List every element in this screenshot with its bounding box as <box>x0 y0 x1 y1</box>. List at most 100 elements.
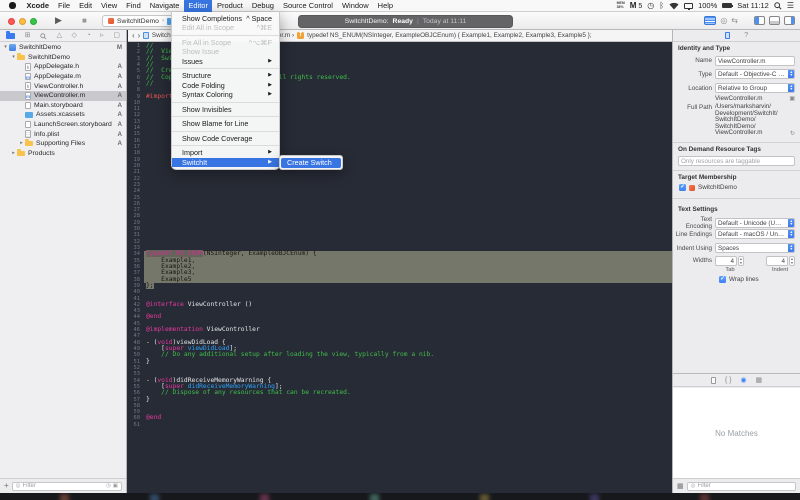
object-library-tab[interactable]: ◉ <box>740 374 746 387</box>
tab-width-stepper[interactable]: 4 ▲ ▼ <box>715 256 766 266</box>
menu-item-show-code-coverage[interactable]: Show Code Coverage <box>172 134 279 144</box>
battery-icon[interactable] <box>722 3 734 8</box>
quick-help-tab[interactable]: ? <box>744 30 748 42</box>
menubar-item-editor[interactable]: Editor <box>183 0 213 12</box>
go-forward-button[interactable]: › <box>138 31 141 41</box>
navigator-row-switchitdemo[interactable]: ▾ SwitchItDemo <box>0 53 126 63</box>
menubar-item-debug[interactable]: Debug <box>247 0 278 12</box>
disclosure-closed-icon[interactable]: ▸ <box>10 151 17 156</box>
menu-item-show-blame-for-line[interactable]: Show Blame for Line <box>172 119 279 129</box>
display-mirroring-icon[interactable] <box>684 2 694 10</box>
standard-editor-button[interactable] <box>704 16 717 25</box>
disclosure-open-icon[interactable]: ▾ <box>2 45 9 50</box>
reveal-path-icon[interactable]: ↻ <box>790 130 795 137</box>
text-encoding-dropdown[interactable]: Default - Unicode (UTF-8) ▲ ▼ <box>715 218 795 228</box>
stop-button[interactable]: ■ <box>82 16 87 25</box>
spotlight-search-icon[interactable] <box>774 1 782 10</box>
project-navigator-icon[interactable] <box>6 31 15 39</box>
scm-status-filter-icon[interactable]: ▣ <box>113 483 118 489</box>
library-view-mode-icon[interactable]: ▦ <box>677 482 684 490</box>
issue-navigator-icon[interactable]: △ <box>57 30 62 42</box>
menu-item-code-folding[interactable]: Code Folding ▶ <box>172 81 279 91</box>
line-endings-dropdown[interactable]: Default - macOS / Unix (LF) ▲ ▼ <box>715 229 795 239</box>
assistant-editor-button[interactable]: ◎ <box>720 16 727 25</box>
navigator-row-appdelegate-h[interactable]: h AppDelegate.h A <box>0 62 126 72</box>
zoom-window-button[interactable] <box>30 17 37 25</box>
navigator-row-viewcontroller-m[interactable]: m ViewController.m A <box>0 90 126 101</box>
menubar-clock[interactable]: Sat 11:12 <box>737 1 769 10</box>
menubar-item-product[interactable]: Product <box>212 0 247 12</box>
toggle-navigator-button[interactable] <box>754 16 765 25</box>
disclosure-open-icon[interactable]: ▾ <box>10 55 17 60</box>
version-editor-button[interactable]: ⇆ <box>731 16 738 25</box>
run-button[interactable]: ▶ <box>55 15 62 26</box>
toggle-utilities-button[interactable] <box>784 16 795 25</box>
report-navigator-icon[interactable]: ▢ <box>113 30 120 42</box>
navigator-row-appdelegate-m[interactable]: m AppDelegate.m A <box>0 72 126 82</box>
menu-item-switchit[interactable]: SwitchIt ▶ <box>172 157 279 167</box>
debug-navigator-icon[interactable]: ◔ <box>86 30 90 42</box>
notification-center-icon[interactable]: ☰ <box>787 0 794 12</box>
apple-menu-icon[interactable] <box>9 2 16 9</box>
menubar-item-view[interactable]: View <box>97 0 122 12</box>
test-navigator-icon[interactable]: ◇ <box>72 30 77 42</box>
type-dropdown[interactable]: Default - Objective-C Sou... ▲ ▼ <box>715 69 795 79</box>
bluetooth-icon[interactable]: ᛒ <box>659 0 664 12</box>
navigator-row-main-storyboard[interactable]: Main.storyboard A <box>0 101 126 111</box>
menu-item-structure[interactable]: Structure ▶ <box>172 71 279 81</box>
navigator-filter-field[interactable]: ◎ Filter ◷ ▣ <box>11 481 122 491</box>
find-navigator-icon[interactable] <box>40 31 47 41</box>
menu-item-issues[interactable]: Issues ▶ <box>172 57 279 67</box>
navigator-row-supporting-files[interactable]: ▸ Supporting Files A <box>0 139 126 149</box>
menubar-item-source-control[interactable]: Source Control <box>278 0 337 12</box>
menubar-item-navigate[interactable]: Navigate <box>145 0 184 12</box>
menu-item-show-invisibles[interactable]: Show Invisibles <box>172 105 279 115</box>
menu-item-import[interactable]: Import ▶ <box>172 148 279 158</box>
navigator-row-launchscreen-storyboard[interactable]: LaunchScreen.storyboard A <box>0 120 126 130</box>
symbol-navigator-icon[interactable]: ⊞ <box>25 30 31 42</box>
menubar-item-window[interactable]: Window <box>337 0 373 12</box>
menu-meter-m5[interactable]: M 5 <box>630 1 643 10</box>
navigator-row-products[interactable]: ▸ Products <box>0 149 126 159</box>
file-template-library-tab[interactable] <box>710 376 716 384</box>
menubar-item-edit[interactable]: Edit <box>75 0 97 12</box>
stepper-arrows-icon[interactable]: ▲ ▼ <box>738 256 744 266</box>
recent-files-filter-icon[interactable]: ◷ <box>106 483 111 489</box>
file-inspector-tab[interactable] <box>724 31 731 40</box>
choose-folder-icon[interactable]: ▣ <box>789 95 795 102</box>
navigator-row-viewcontroller-h[interactable]: h ViewController.h A <box>0 81 126 91</box>
toggle-debug-area-button[interactable] <box>769 16 780 25</box>
menubar-item-xcode[interactable]: Xcode <box>22 0 54 12</box>
wrap-lines-checkbox[interactable]: ✓ <box>719 276 726 283</box>
wifi-icon[interactable] <box>669 2 679 10</box>
jumpbar-symbol[interactable]: typedef NS_ENUM(NSInteger, ExampleOBJCEn… <box>307 32 592 39</box>
odrt-tags-field[interactable]: Only resources are taggable <box>678 156 795 166</box>
stepper-arrows-icon[interactable]: ▲ ▼ <box>789 256 795 266</box>
menubar-item-find[interactable]: Find <box>122 0 146 12</box>
target-checkbox[interactable]: ✓ <box>679 184 686 191</box>
breakpoint-navigator-icon[interactable]: ▹ <box>100 30 104 42</box>
clock-app-icon[interactable]: ◷ <box>647 0 654 12</box>
menu-item-create-switch[interactable]: Create Switch <box>281 157 341 168</box>
disclosure-closed-icon[interactable]: ▸ <box>18 141 25 146</box>
navigator-row-assets-xcassets[interactable]: Assets.xcassets A <box>0 110 126 120</box>
library-filter-field[interactable]: ◎ Filter <box>686 481 796 491</box>
menubar-item-file[interactable]: File <box>54 0 75 12</box>
menu-item-show-completions[interactable]: Show Completions ^ Space <box>172 14 279 24</box>
indent-width-stepper[interactable]: 4 ▲ ▼ <box>766 256 795 266</box>
indent-using-dropdown[interactable]: Spaces ▲ ▼ <box>715 243 795 253</box>
tab-width-value[interactable]: 4 <box>715 256 737 266</box>
code-snippet-library-tab[interactable]: { } <box>725 374 732 387</box>
navigator-row-info-plist[interactable]: Info.plist A <box>0 129 126 139</box>
add-file-button[interactable]: + <box>4 479 9 493</box>
media-library-tab[interactable]: ▦ <box>756 374 763 387</box>
menubar-item-help[interactable]: Help <box>373 0 397 12</box>
close-window-button[interactable] <box>8 17 15 25</box>
memory-meter-icon[interactable]: MEM 38% <box>617 1 625 9</box>
indent-width-value[interactable]: 4 <box>766 256 788 266</box>
go-back-button[interactable]: ‹ <box>132 31 135 41</box>
name-field[interactable]: ViewController.m <box>715 56 795 66</box>
scheme-name[interactable]: SwitchItDemo <box>117 18 159 25</box>
minimize-window-button[interactable] <box>19 17 26 25</box>
menu-item-syntax-coloring[interactable]: Syntax Coloring ▶ <box>172 90 279 100</box>
